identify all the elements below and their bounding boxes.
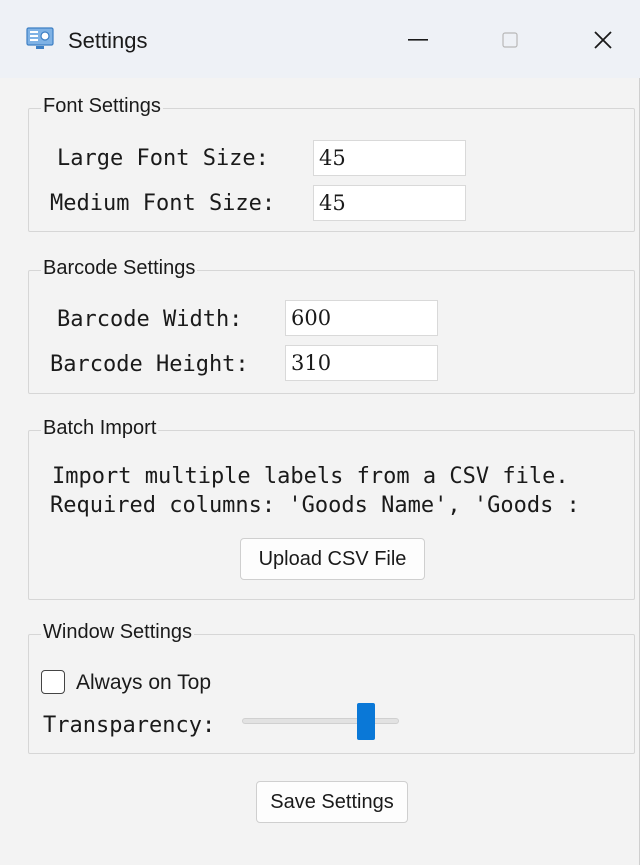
title-bar[interactable]: Settings — [0, 0, 640, 78]
medium-font-size-input[interactable]: 45 — [313, 185, 466, 221]
close-button[interactable] — [575, 20, 631, 60]
barcode-width-input[interactable]: 600 — [285, 300, 438, 336]
settings-window: Settings Font Settings Large Font Size: … — [0, 0, 640, 865]
maximize-icon — [502, 32, 518, 48]
transparency-slider-thumb[interactable] — [357, 703, 376, 740]
batch-import-line-2: Required columns: 'Goods Name', 'Goods : — [50, 493, 580, 518]
minimize-icon — [408, 39, 428, 41]
maximize-button[interactable] — [482, 20, 538, 60]
batch-import-legend: Batch Import — [41, 417, 159, 440]
barcode-settings-legend: Barcode Settings — [41, 257, 198, 280]
transparency-label: Transparency: — [43, 713, 216, 738]
upload-csv-button[interactable]: Upload CSV File — [240, 538, 425, 580]
barcode-height-input[interactable]: 310 — [285, 345, 438, 381]
batch-import-description: Import multiple labels from a CSV file. … — [50, 464, 614, 524]
font-settings-legend: Font Settings — [41, 95, 163, 118]
transparency-slider-track[interactable] — [242, 718, 399, 724]
always-on-top-label[interactable]: Always on Top — [76, 671, 211, 695]
save-settings-button[interactable]: Save Settings — [256, 781, 408, 823]
minimize-button[interactable] — [390, 20, 446, 60]
batch-import-line-1: Import multiple labels from a CSV file. — [52, 464, 569, 489]
large-font-size-input[interactable]: 45 — [313, 140, 466, 176]
window-settings-legend: Window Settings — [41, 621, 194, 644]
window-title: Settings — [68, 28, 148, 53]
barcode-width-label: Barcode Width: — [57, 307, 243, 332]
barcode-height-label: Barcode Height: — [50, 352, 249, 377]
settings-app-icon — [26, 27, 54, 49]
large-font-size-label: Large Font Size: — [57, 146, 269, 171]
close-icon — [594, 31, 612, 49]
always-on-top-checkbox[interactable] — [41, 670, 65, 694]
medium-font-size-label: Medium Font Size: — [50, 191, 276, 216]
